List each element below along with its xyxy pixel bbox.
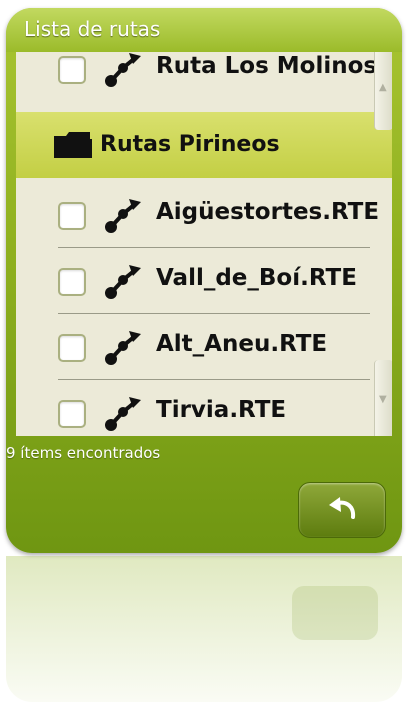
route-checkbox[interactable] <box>58 400 86 428</box>
route-checkbox[interactable] <box>58 268 86 296</box>
route-list[interactable]: Ruta Los Molinos. Rutas Pirineos Aigüest… <box>16 52 392 436</box>
title-bar: Lista de rutas <box>6 8 402 52</box>
route-icon <box>105 331 141 365</box>
route-checkbox[interactable] <box>58 334 86 362</box>
list-item[interactable]: Alt_Aneu.RTE <box>16 314 392 380</box>
route-icon <box>105 199 141 233</box>
list-item[interactable]: Vall_de_Boí.RTE <box>16 248 392 314</box>
undo-arrow-icon <box>329 497 356 519</box>
scroll-up-button[interactable]: ▲ <box>374 52 392 130</box>
window-title: Lista de rutas <box>24 17 161 41</box>
device-reflection <box>6 556 402 702</box>
back-button[interactable] <box>298 482 386 538</box>
route-icon <box>105 53 141 87</box>
route-checkbox[interactable] <box>58 56 86 84</box>
list-item-label: Alt_Aneu.RTE <box>156 331 328 357</box>
scroll-down-button[interactable]: ▼ <box>374 360 392 436</box>
list-item-label: Ruta Los Molinos. <box>156 53 386 79</box>
items-found-status: 9 ítems encontrados <box>6 444 161 462</box>
route-list-window: Lista de rutas Ruta Los Molinos. Rutas P… <box>6 8 402 553</box>
folder-item-rutas-pirineos[interactable]: Rutas Pirineos <box>16 112 392 178</box>
list-item-label: Aigüestortes.RTE <box>156 199 380 225</box>
list-item[interactable]: Tirvia.RTE <box>16 380 392 436</box>
arrow-up-icon: ▲ <box>379 82 387 93</box>
list-item-label: Tirvia.RTE <box>156 397 287 423</box>
arrow-down-icon: ▼ <box>379 394 387 405</box>
route-checkbox[interactable] <box>58 202 86 230</box>
folder-icon <box>54 132 92 158</box>
route-icon <box>105 265 141 299</box>
folder-label: Rutas Pirineos <box>100 132 280 157</box>
list-item[interactable]: Aigüestortes.RTE <box>16 182 392 248</box>
route-icon <box>105 397 141 431</box>
list-item-label: Vall_de_Boí.RTE <box>156 265 357 291</box>
list-item[interactable]: Ruta Los Molinos. <box>16 52 392 102</box>
reflection-button <box>292 586 378 640</box>
